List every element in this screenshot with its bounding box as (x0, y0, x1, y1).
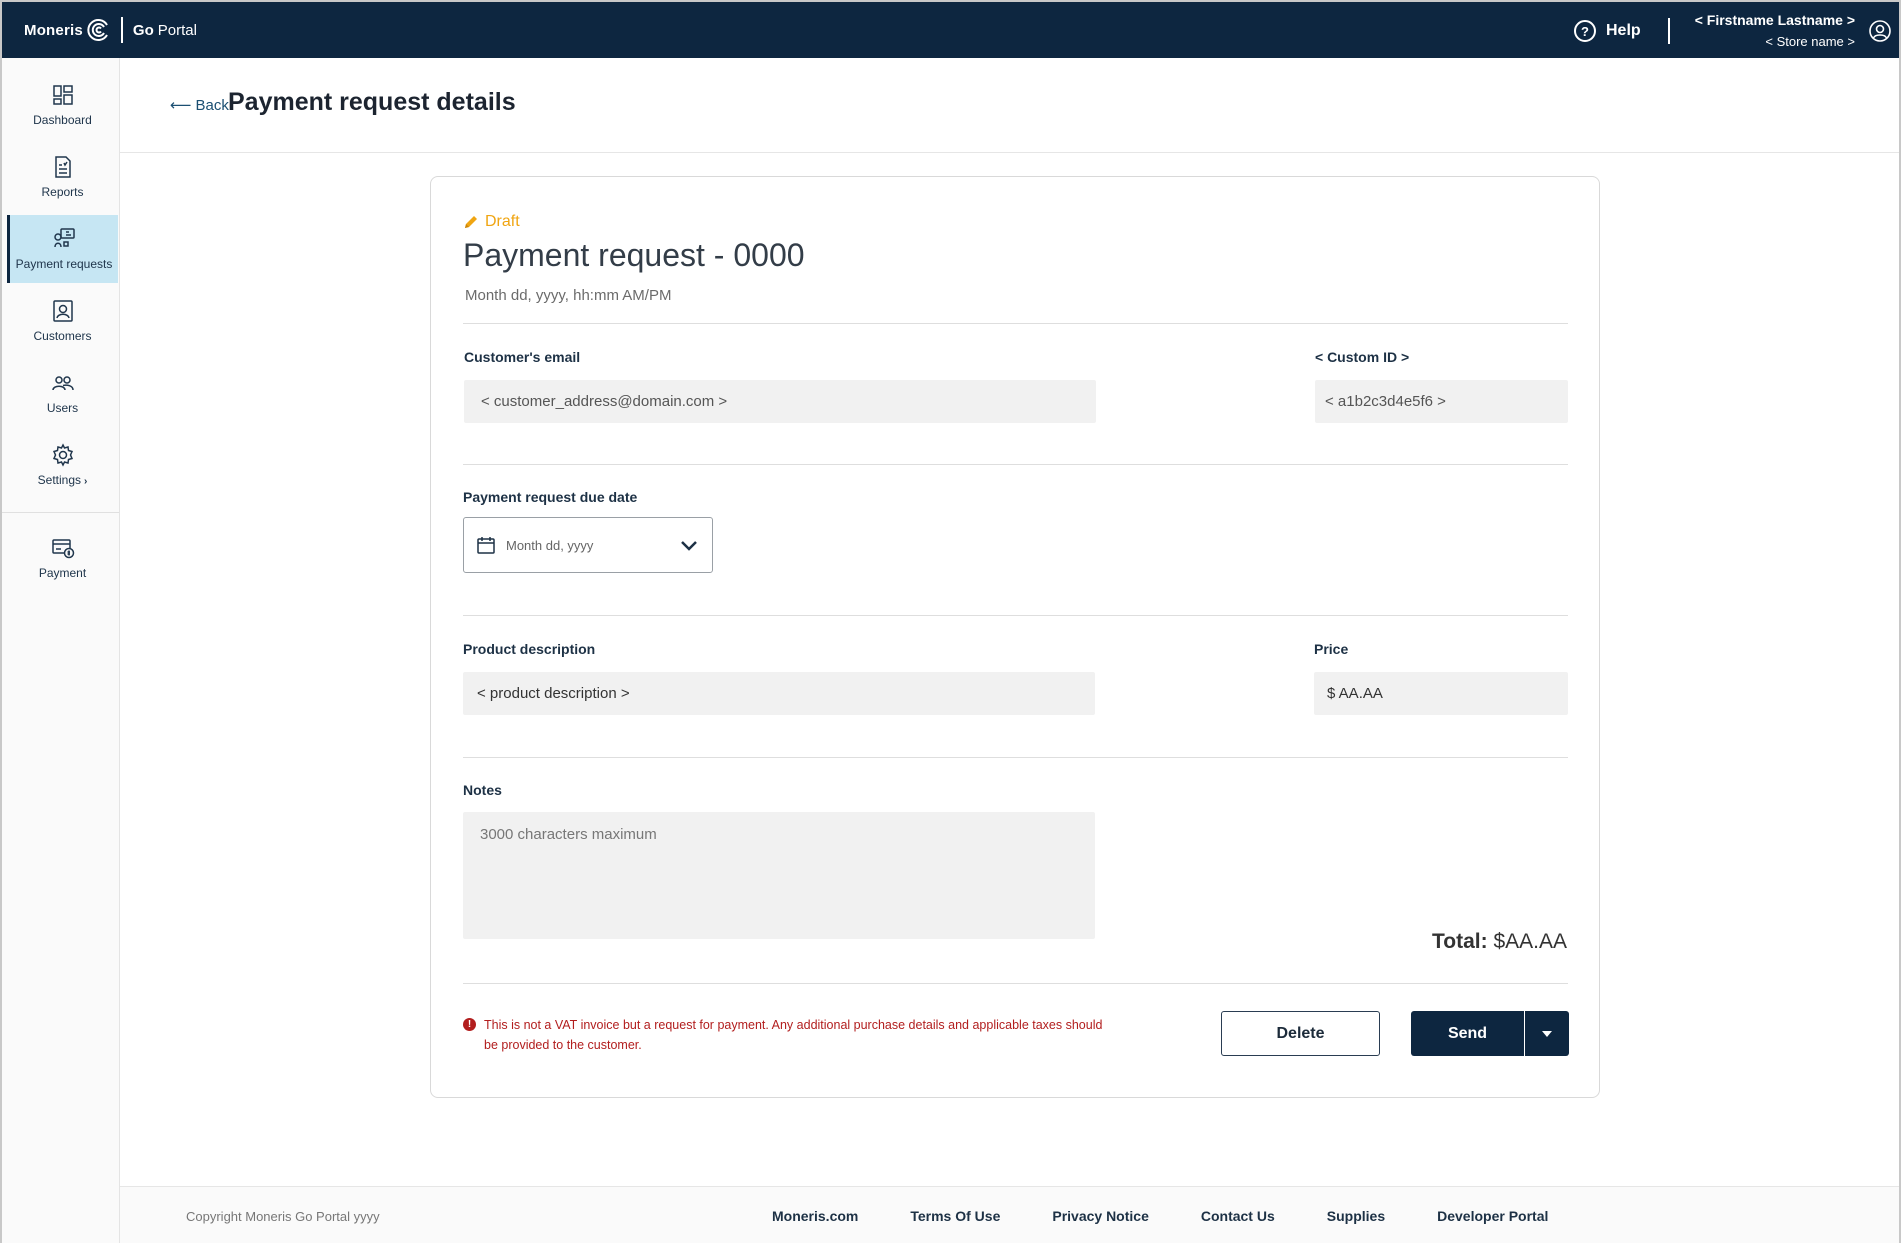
sidebar-item-payment[interactable]: Payment (7, 524, 118, 592)
reports-icon (54, 156, 71, 178)
request-title: Payment request - 0000 (463, 237, 805, 273)
page-title: Payment request details (228, 88, 516, 116)
sidebar-item-label: Settings › (37, 473, 88, 487)
users-icon (51, 376, 74, 391)
dashboard-icon (52, 85, 73, 105)
arrow-left-icon: ⟵ (170, 97, 192, 114)
top-bar: Moneris Go Portal ? Help < Firstname Las… (2, 2, 1899, 58)
due-date-placeholder: Month dd, yyyy (506, 537, 594, 553)
sidebar-item-settings[interactable]: Settings › (7, 431, 118, 499)
sidebar-item-label: Payment (38, 566, 87, 580)
help-icon: ? (1574, 20, 1596, 42)
sidebar-item-dashboard[interactable]: Dashboard (7, 71, 118, 139)
brand-divider (120, 17, 123, 43)
sidebar-item-label: Users (46, 401, 79, 415)
product-go: Go (132, 21, 154, 39)
sidebar: Dashboard Reports Payment requests Custo… (2, 58, 120, 1243)
divider (463, 983, 1568, 984)
user-avatar-icon[interactable] (1869, 20, 1891, 42)
sidebar-divider (2, 512, 119, 513)
sidebar-item-label: Payment requests (15, 257, 113, 271)
product-portal: Portal (157, 21, 197, 39)
brand-name: Moneris (24, 21, 83, 39)
total-value: $AA.AA (1493, 930, 1567, 953)
payment-request-card: Draft Payment request - 0000 Month dd, y… (430, 176, 1600, 1098)
divider (463, 464, 1568, 465)
divider (463, 323, 1568, 324)
chevron-right-icon: › (84, 476, 88, 487)
sidebar-item-label: Reports (41, 185, 84, 199)
page-header: ⟵ Back Payment request details (120, 58, 1899, 153)
help-label: Help (1606, 22, 1641, 39)
custom-id-field[interactable]: < a1b2c3d4e5f6 > (1315, 380, 1568, 423)
send-button[interactable]: Send (1411, 1011, 1524, 1056)
back-label: Back (195, 96, 229, 114)
notes-textarea[interactable]: 3000 characters maximum (463, 812, 1095, 939)
email-label: Customer's email (464, 349, 581, 365)
payment-icon (51, 539, 74, 559)
disclaimer-text: This is not a VAT invoice but a request … (484, 1018, 1103, 1052)
user-name: < Firstname Lastname > (1694, 12, 1855, 28)
status-label: Draft (485, 213, 520, 230)
request-date: Month dd, yyyy, hh:mm AM/PM (465, 287, 672, 304)
footer-link-contact[interactable]: Contact Us (1201, 1208, 1275, 1224)
brand-logo[interactable]: Moneris Go Portal (24, 14, 197, 46)
footer-link-developer-portal[interactable]: Developer Portal (1437, 1208, 1548, 1224)
pencil-icon (465, 216, 477, 228)
email-field[interactable]: < customer_address@domain.com > (464, 380, 1096, 423)
user-menu[interactable]: < Firstname Lastname > < Store name > (1695, 12, 1855, 49)
due-date-label: Payment request due date (463, 489, 638, 505)
footer-link-terms[interactable]: Terms Of Use (910, 1208, 1000, 1224)
footer-link-privacy[interactable]: Privacy Notice (1052, 1208, 1149, 1224)
customers-icon (52, 300, 73, 322)
due-date-picker[interactable]: Month dd, yyyy (463, 517, 713, 573)
price-field[interactable]: $ AA.AA (1314, 672, 1568, 715)
settings-icon (52, 443, 73, 467)
sidebar-item-label: Customers (33, 329, 92, 343)
copyright: Copyright Moneris Go Portal yyyy (186, 1209, 380, 1224)
alert-icon: ! (463, 1018, 476, 1031)
sidebar-item-customers[interactable]: Customers (7, 287, 118, 355)
back-link[interactable]: ⟵ Back (170, 96, 229, 115)
sidebar-item-users[interactable]: Users (7, 359, 118, 427)
store-name: < Store name > (1765, 34, 1855, 49)
sidebar-item-label: Dashboard (33, 113, 92, 127)
price-label: Price (1314, 641, 1349, 657)
delete-button[interactable]: Delete (1221, 1011, 1380, 1056)
total-amount: Total: $AA.AA (1432, 930, 1567, 954)
send-options-button[interactable] (1525, 1011, 1569, 1056)
footer-links: Moneris.com Terms Of Use Privacy Notice … (772, 1208, 1600, 1224)
chevron-down-icon (681, 541, 697, 551)
calendar-icon (477, 537, 495, 554)
divider (463, 757, 1568, 758)
footer-link-moneris[interactable]: Moneris.com (772, 1208, 858, 1224)
footer: Copyright Moneris Go Portal yyyy Moneris… (120, 1186, 1899, 1243)
product-description-field[interactable]: < product description > (463, 672, 1095, 715)
custom-id-label: < Custom ID > (1315, 349, 1410, 365)
vat-disclaimer: ! This is not a VAT invoice but a reques… (463, 1015, 1103, 1055)
product-label: Product description (463, 641, 596, 657)
help-link[interactable]: ? Help (1574, 20, 1641, 42)
total-label: Total: (1432, 930, 1488, 953)
caret-down-icon (1542, 1030, 1552, 1037)
payment-requests-icon (54, 228, 75, 248)
sidebar-item-payment-requests[interactable]: Payment requests (7, 215, 118, 283)
footer-link-supplies[interactable]: Supplies (1327, 1208, 1385, 1224)
notes-label: Notes (463, 782, 502, 798)
moneris-swirl-icon (87, 19, 108, 41)
status-badge: Draft (463, 213, 520, 231)
sidebar-item-reports[interactable]: Reports (7, 143, 118, 211)
topbar-divider (1668, 18, 1670, 44)
divider (463, 615, 1568, 616)
